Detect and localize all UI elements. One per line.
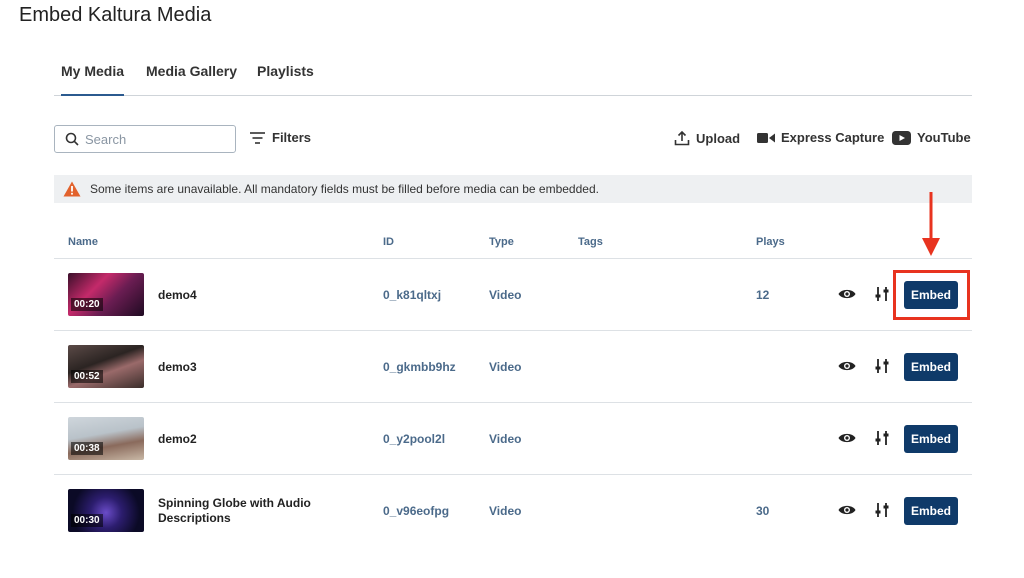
media-plays: 12 [756,288,770,302]
settings-sliders-icon[interactable] [874,358,890,374]
media-type: Video [489,432,522,446]
embed-button[interactable]: Embed [904,425,958,453]
youtube-label: YouTube [917,130,971,145]
search-icon [65,132,79,146]
duration-badge: 00:38 [71,442,103,455]
page-title: Embed Kaltura Media [19,4,212,26]
duration-badge: 00:52 [71,370,103,383]
upload-button[interactable]: Upload [674,130,740,146]
preview-eye-icon[interactable] [838,503,856,517]
media-type: Video [489,504,522,518]
duration-badge: 00:20 [71,298,103,311]
duration-badge: 00:30 [71,514,103,527]
video-camera-icon [757,132,775,143]
settings-sliders-icon[interactable] [874,502,890,518]
table-row: 00:38 demo2 0_y2pool2l Video Embed [54,403,972,475]
annotation-arrow-icon [922,192,940,256]
embed-button[interactable]: Embed [904,497,958,525]
warning-icon [63,181,81,197]
upload-label: Upload [696,130,741,146]
media-id: 0_y2pool2l [383,432,446,446]
youtube-icon [892,130,911,145]
media-name: demo2 [158,431,197,446]
media-plays: 30 [756,504,770,518]
preview-eye-icon[interactable] [838,287,856,301]
search-box[interactable] [54,125,236,153]
column-plays[interactable]: Plays [756,236,785,248]
table-row: 00:30 Spinning Globe with Audio Descript… [54,475,972,547]
tab-playlists[interactable]: Playlists [257,60,314,96]
table-row: 00:20 demo4 0_k81qltxj Video 12 Embed [54,259,972,331]
youtube-button[interactable]: YouTube [892,130,971,145]
filters-button[interactable]: Filters [250,130,311,145]
table-row: 00:52 demo3 0_gkmbb9hz Video Embed [54,331,972,403]
media-name: demo3 [158,359,197,374]
media-type: Video [489,360,522,374]
media-name: demo4 [158,287,197,302]
warning-alert: Some items are unavailable. All mandator… [54,175,972,203]
column-tags[interactable]: Tags [578,236,603,248]
express-capture-label: Express Capture [781,130,885,145]
media-type: Video [489,288,522,302]
media-name: Spinning Globe with Audio Descriptions [158,496,311,525]
tab-my-media[interactable]: My Media [61,60,125,96]
preview-eye-icon[interactable] [838,359,856,373]
preview-eye-icon[interactable] [838,431,856,445]
alert-text: Some items are unavailable. All mandator… [90,182,599,196]
column-type[interactable]: Type [489,236,514,248]
upload-icon [674,130,690,146]
table-header: Name ID Type Tags Plays [54,232,972,259]
video-thumbnail[interactable]: 00:38 [68,417,144,460]
tab-bar: My Media Media Gallery Playlists [54,60,972,96]
media-id: 0_v96eofpg [383,504,450,518]
tab-media-gallery[interactable]: Media Gallery [146,60,237,96]
media-id: 0_k81qltxj [383,288,442,302]
column-id[interactable]: ID [383,236,394,248]
video-thumbnail[interactable]: 00:52 [68,345,144,388]
video-thumbnail[interactable]: 00:30 [68,489,144,532]
column-name[interactable]: Name [68,236,98,248]
media-id: 0_gkmbb9hz [383,360,456,374]
filters-label: Filters [272,130,312,145]
settings-sliders-icon[interactable] [874,286,890,302]
video-thumbnail[interactable]: 00:20 [68,273,144,316]
search-input[interactable] [85,131,225,147]
settings-sliders-icon[interactable] [874,430,890,446]
express-capture-button[interactable]: Express Capture [757,130,884,145]
embed-button[interactable]: Embed [904,353,958,381]
annotation-highlight-box [893,270,970,320]
filter-icon [250,131,265,144]
